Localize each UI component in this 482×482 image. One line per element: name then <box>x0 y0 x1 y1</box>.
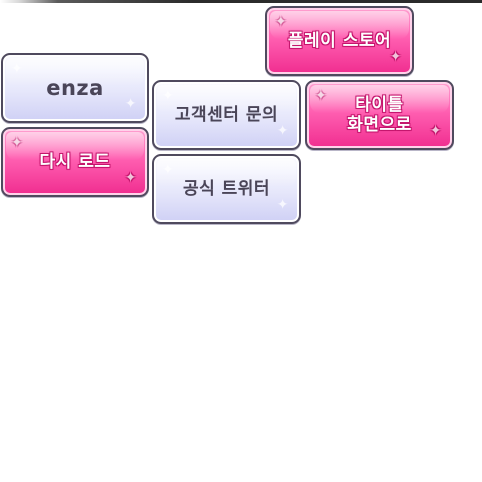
sparkle-icon: ✦ <box>124 96 137 113</box>
title-screen-label-line2: 화면으로 <box>347 115 412 135</box>
sparkle-icon: ✦ <box>124 170 137 187</box>
title-screen-button[interactable]: ✦ ✦ 타이틀 화면으로 <box>305 80 454 150</box>
title-screen-label: 타이틀 화면으로 <box>347 95 412 135</box>
sparkle-icon: ✦ <box>389 49 402 66</box>
enza-label: enza <box>46 75 104 100</box>
sparkle-icon: ✦ <box>162 88 175 104</box>
official-twitter-button[interactable]: ✦ ✦ 공식 트위터 <box>152 154 301 224</box>
sparkle-icon: ✦ <box>429 123 442 140</box>
sparkle-icon: ✦ <box>275 14 288 30</box>
reload-label: 다시 로드 <box>39 151 111 172</box>
sparkle-icon: ✦ <box>11 61 24 77</box>
customer-support-label: 고객센터 문의 <box>174 104 279 125</box>
sparkle-icon: ✦ <box>315 88 328 104</box>
sparkle-icon: ✦ <box>162 162 175 178</box>
sparkle-icon: ✦ <box>276 197 289 214</box>
title-screen-label-line1: 타이틀 <box>355 94 404 115</box>
sparkle-icon: ✦ <box>276 123 289 140</box>
customer-support-button[interactable]: ✦ ✦ 고객센터 문의 <box>152 80 301 150</box>
play-store-label: 플레이 스토어 <box>287 30 392 51</box>
sparkle-icon: ✦ <box>11 135 24 151</box>
enza-button[interactable]: ✦ ✦ enza <box>1 53 149 123</box>
top-bar <box>0 0 482 3</box>
reload-button[interactable]: ✦ ✦ 다시 로드 <box>1 127 149 197</box>
play-store-button[interactable]: ✦ ✦ 플레이 스토어 <box>265 6 414 76</box>
menu-canvas: ✦ ✦ 플레이 스토어 ✦ ✦ enza ✦ ✦ 고객센터 문의 ✦ ✦ 타이틀… <box>0 0 482 482</box>
official-twitter-label: 공식 트위터 <box>182 178 271 199</box>
